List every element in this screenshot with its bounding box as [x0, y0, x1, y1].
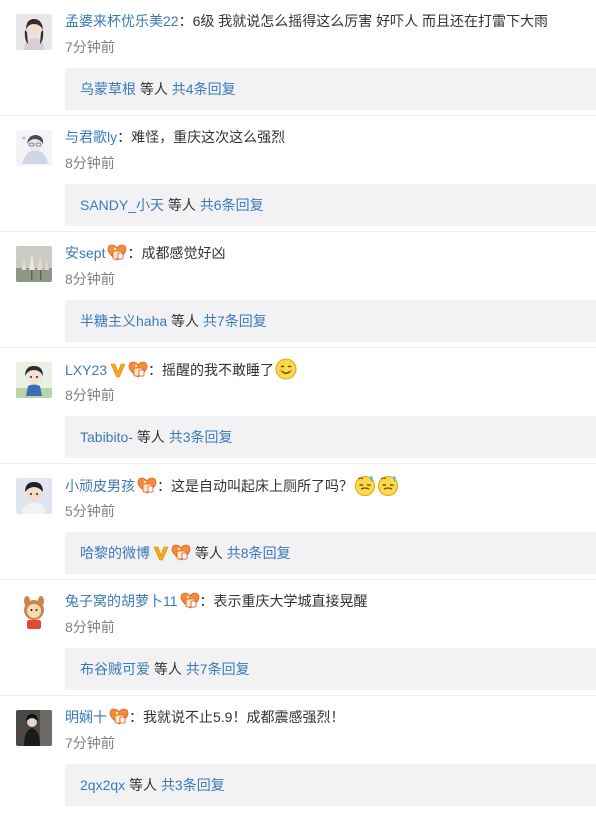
fan-badge-icon[interactable]: [180, 592, 200, 610]
reply-count-link[interactable]: 共7条回复: [203, 313, 267, 329]
reply-summary[interactable]: 哈黎的微博 等人 共8条回复: [65, 532, 596, 574]
verified-v-icon[interactable]: [110, 362, 126, 378]
comment-separator: ：: [178, 13, 193, 29]
avatar[interactable]: [16, 14, 52, 50]
avatar[interactable]: [16, 362, 52, 398]
reply-username[interactable]: Tabibito-: [80, 429, 133, 445]
reply-username[interactable]: 2qx2qx: [80, 777, 125, 793]
reply-count-link[interactable]: 共7条回复: [186, 661, 250, 677]
reply-count-link[interactable]: 共6条回复: [200, 197, 264, 213]
avatar[interactable]: [16, 710, 52, 746]
avatar[interactable]: [16, 594, 52, 630]
comment-separator: ：: [127, 245, 142, 261]
comment-separator: ：: [157, 478, 171, 494]
comment-text: 难怪，重庆这次这么强烈: [131, 129, 286, 145]
comment-line: 孟婆来杯优乐美22：6级 我就说怎么摇得这么厉害 好吓人 而且还在打雷下大雨: [65, 10, 588, 32]
comment-username[interactable]: 孟婆来杯优乐美22: [65, 13, 179, 29]
comment-item: 孟婆来杯优乐美22：6级 我就说怎么摇得这么厉害 好吓人 而且还在打雷下大雨 7…: [0, 0, 596, 116]
reply-summary[interactable]: SANDY_小天 等人 共6条回复: [65, 184, 596, 226]
avatar[interactable]: [16, 130, 52, 166]
sleepy-sweat-emoji-icon: [354, 474, 376, 496]
comment-time: 8分钟前: [65, 619, 115, 635]
comment-item: 安sept ：成都感觉好凶 8分钟前 半糖主义haha 等人 共7条回复: [0, 232, 596, 348]
fan-badge-icon[interactable]: [107, 244, 127, 262]
sleepy-sweat-emoji-icon: [377, 474, 399, 496]
fan-badge-icon[interactable]: [109, 708, 129, 726]
comment-line: LXY23 ：摇醒的我不敢睡了: [65, 358, 588, 381]
reply-others-label: 等人: [164, 197, 200, 213]
reply-summary[interactable]: 半糖主义haha 等人 共7条回复: [65, 300, 596, 342]
comment-time: 7分钟前: [65, 735, 115, 751]
comment-separator: ：: [199, 593, 214, 609]
reply-count-link[interactable]: 共3条回复: [169, 429, 233, 445]
comment-line: 安sept ：成都感觉好凶: [65, 242, 588, 264]
reply-username[interactable]: 哈黎的微博: [80, 545, 150, 561]
comment-separator: ：: [148, 362, 163, 378]
comment-username[interactable]: 与君歌ly: [65, 129, 117, 145]
reply-others-label: 等人: [132, 429, 169, 445]
comment-line: 兔子窝的胡萝卜11 ：表示重庆大学城直接晃醒: [65, 590, 588, 612]
reply-username[interactable]: SANDY_小天: [80, 197, 164, 213]
comment-line: 明娴十 ：我就说不止5.9！成都震感强烈！: [65, 706, 588, 728]
fan-badge-icon[interactable]: [128, 361, 148, 379]
avatar[interactable]: [16, 478, 52, 514]
comment-text: 成都感觉好凶: [141, 245, 226, 261]
comment-text: 我就说不止5.9！成都震感强烈！: [143, 709, 345, 725]
reply-others-label: 等人: [136, 81, 172, 97]
comment-time: 7分钟前: [65, 39, 115, 55]
comment-item: LXY23 ：摇醒的我不敢睡了 8分钟前 Tabibito- 等人 共3条回复: [0, 348, 596, 464]
comment-time: 8分钟前: [65, 271, 115, 287]
comment-text: 6级 我就说怎么摇得这么厉害 好吓人 而且还在打雷下大雨: [192, 13, 549, 29]
reply-username[interactable]: 乌蒙草根: [80, 81, 136, 97]
comment-line: 与君歌ly：难怪，重庆这次这么强烈: [65, 126, 588, 148]
comment-separator: ：: [129, 709, 143, 725]
comment-text: 这是自动叫起床上厕所了吗？: [171, 478, 353, 494]
comment-text: 表示重庆大学城直接晃醒: [213, 593, 368, 609]
comment-item: 小顽皮男孩 ：这是自动叫起床上厕所了吗？ 5分钟前 哈黎的微博 等人 共8条回复: [0, 464, 596, 580]
reply-count-link[interactable]: 共8条回复: [227, 545, 291, 561]
reply-count-link[interactable]: 共3条回复: [161, 777, 225, 793]
comment-separator: ：: [117, 129, 132, 145]
smile-emoji-icon: [275, 358, 297, 380]
reply-summary[interactable]: Tabibito- 等人 共3条回复: [65, 416, 596, 458]
reply-summary[interactable]: 乌蒙草根 等人 共4条回复: [65, 68, 596, 110]
comment-username[interactable]: LXY23: [65, 362, 107, 378]
comment-username[interactable]: 小顽皮男孩: [65, 478, 135, 494]
comment-time: 8分钟前: [65, 387, 115, 403]
comment-item: 明娴十 ：我就说不止5.9！成都震感强烈！ 7分钟前 2qx2qx 等人 共3条回…: [0, 696, 596, 812]
comment-item: 与君歌ly：难怪，重庆这次这么强烈 8分钟前 SANDY_小天 等人 共6条回复: [0, 116, 596, 232]
reply-others-label: 等人: [150, 661, 186, 677]
comment-line: 小顽皮男孩 ：这是自动叫起床上厕所了吗？: [65, 474, 588, 497]
comment-text: 摇醒的我不敢睡了: [162, 362, 275, 378]
reply-others-label: 等人: [125, 777, 161, 793]
reply-username[interactable]: 半糖主义haha: [80, 313, 167, 329]
reply-others-label: 等人: [191, 545, 227, 561]
verified-v-icon[interactable]: [153, 545, 169, 561]
comment-username[interactable]: 兔子窝的胡萝卜11: [65, 593, 178, 609]
reply-summary[interactable]: 2qx2qx 等人 共3条回复: [65, 764, 596, 806]
comment-username[interactable]: 明娴十: [65, 709, 107, 725]
comment-time: 8分钟前: [65, 155, 115, 171]
fan-badge-icon[interactable]: [171, 544, 191, 562]
avatar[interactable]: [16, 246, 52, 282]
reply-username[interactable]: 布谷贼可爱: [80, 661, 150, 677]
reply-others-label: 等人: [167, 313, 203, 329]
comment-username[interactable]: 安sept: [65, 245, 105, 261]
comment-list: 孟婆来杯优乐美22：6级 我就说怎么摇得这么厉害 好吓人 而且还在打雷下大雨 7…: [0, 0, 596, 812]
comment-item: 兔子窝的胡萝卜11 ：表示重庆大学城直接晃醒 8分钟前 布谷贼可爱 等人 共7条回…: [0, 580, 596, 696]
fan-badge-icon[interactable]: [137, 477, 157, 495]
comment-time: 5分钟前: [65, 503, 115, 519]
reply-count-link[interactable]: 共4条回复: [172, 81, 236, 97]
reply-summary[interactable]: 布谷贼可爱 等人 共7条回复: [65, 648, 596, 690]
